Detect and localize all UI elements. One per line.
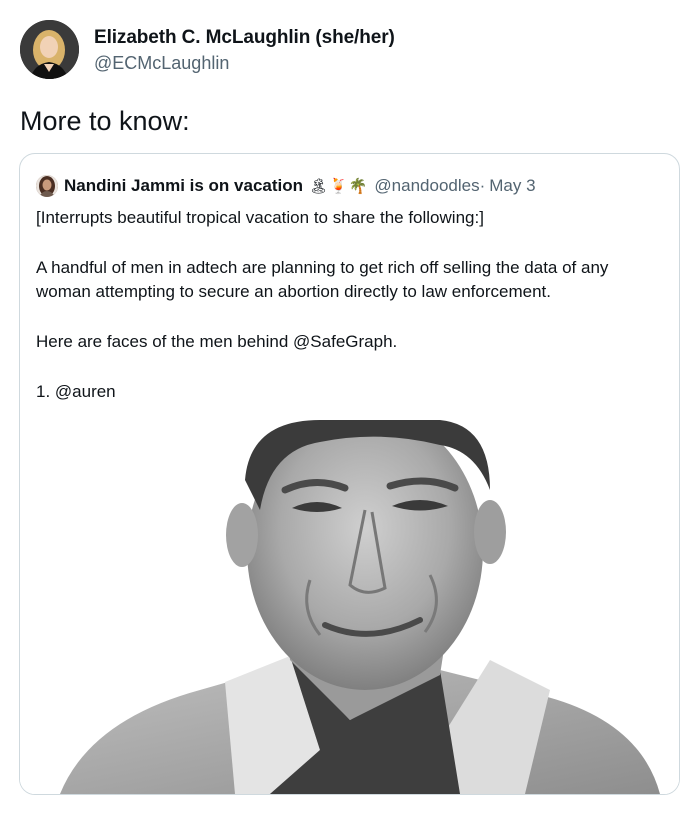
quoted-paragraph: 1. @auren bbox=[36, 382, 116, 401]
quoted-author-name[interactable]: Nandini Jammi is on vacation bbox=[64, 176, 303, 196]
quoted-tweet-body: [Interrupts beautiful tropical vacation … bbox=[36, 206, 666, 404]
vacation-emoji: 🏝🍹🌴 bbox=[309, 178, 369, 195]
quoted-author-handle[interactable]: @nandoodles bbox=[374, 176, 479, 196]
quoted-tweet-date[interactable]: May 3 bbox=[489, 176, 535, 196]
author-avatar[interactable] bbox=[20, 20, 79, 79]
quoted-author-avatar[interactable] bbox=[36, 175, 58, 197]
quoted-paragraph: Here are faces of the men behind @SafeGr… bbox=[36, 332, 398, 351]
tweet-text: More to know: bbox=[20, 106, 190, 136]
quoted-paragraph: A handful of men in adtech are planning … bbox=[36, 258, 609, 301]
quoted-paragraph: [Interrupts beautiful tropical vacation … bbox=[36, 208, 484, 227]
separator-dot: · bbox=[479, 176, 486, 195]
author-name[interactable]: Elizabeth C. McLaughlin (she/her) bbox=[94, 27, 395, 49]
quoted-tweet-card[interactable]: Nandini Jammi is on vacation 🏝🍹🌴 @nandoo… bbox=[19, 153, 680, 795]
quoted-tweet-header: Nandini Jammi is on vacation 🏝🍹🌴 @nandoo… bbox=[36, 174, 536, 198]
quoted-tweet-photo[interactable] bbox=[20, 420, 679, 794]
author-handle[interactable]: @ECMcLaughlin bbox=[94, 53, 229, 74]
